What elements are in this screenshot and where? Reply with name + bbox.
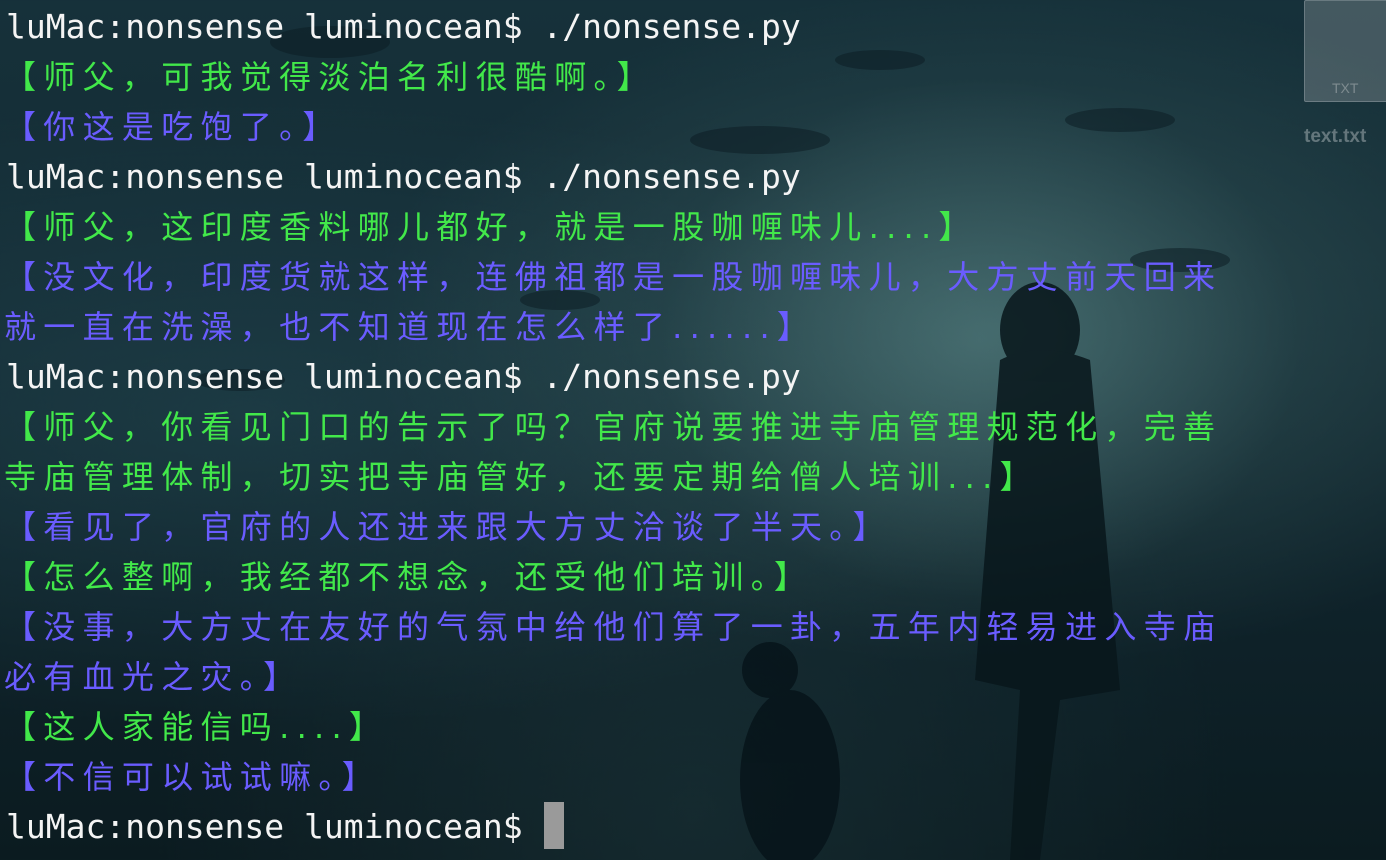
shell-prompt: luMac:nonsense luminocean$ [6, 7, 523, 46]
shell-command: ./nonsense.py [522, 357, 801, 396]
shell-prompt: luMac:nonsense luminocean$ [6, 807, 523, 846]
disciple-dialogue-line: 【这人家能信吗....】 [4, 708, 389, 746]
shell-command: ./nonsense.py [522, 157, 801, 196]
prompt-line: luMac:nonsense luminocean$ ./nonsense.py [0, 152, 1386, 202]
disciple-dialogue-line: 【怎么整啊，我经都不想念，还受他们培训。】 [4, 558, 814, 596]
terminal-output[interactable]: luMac:nonsense luminocean$ ./nonsense.py… [0, 2, 1386, 852]
shell-command [523, 807, 543, 846]
prompt-line: luMac:nonsense luminocean$ [0, 802, 1386, 852]
disciple-dialogue-line: 【师父，你看见门口的告示了吗？官府说要推进寺庙管理规范化，完善 [4, 408, 1223, 446]
master-dialogue-line: 就一直在洗澡，也不知道现在怎么样了......】 [4, 308, 817, 346]
shell-prompt: luMac:nonsense luminocean$ [6, 357, 523, 396]
shell-prompt: luMac:nonsense luminocean$ [6, 157, 523, 196]
master-dialogue-line: 【没事，大方丈在友好的气氛中给他们算了一卦，五年内轻易进入寺庙 [4, 608, 1223, 646]
master-dialogue-line: 【没文化，印度货就这样，连佛祖都是一股咖喱味儿，大方丈前天回来 [4, 258, 1223, 296]
prompt-line: luMac:nonsense luminocean$ ./nonsense.py [0, 2, 1386, 52]
shell-command: ./nonsense.py [522, 7, 801, 46]
disciple-dialogue-line: 【师父，可我觉得淡泊名利很酷啊。】 [4, 58, 657, 96]
disciple-dialogue-line: 【师父，这印度香料哪儿都好，就是一股咖喱味儿....】 [4, 208, 978, 246]
master-dialogue-line: 【你这是吃饱了。】 [4, 108, 342, 146]
disciple-dialogue-line: 寺庙管理体制，切实把寺庙管好，还要定期给僧人培训...】 [4, 458, 1039, 496]
master-dialogue-line: 【看见了，官府的人还进来跟大方丈洽谈了半天。】 [4, 508, 892, 546]
master-dialogue-line: 必有血光之灾。】 [4, 658, 303, 696]
text-cursor [544, 802, 565, 849]
prompt-line: luMac:nonsense luminocean$ ./nonsense.py [0, 352, 1386, 402]
master-dialogue-line: 【不信可以试试嘛。】 [4, 758, 382, 796]
